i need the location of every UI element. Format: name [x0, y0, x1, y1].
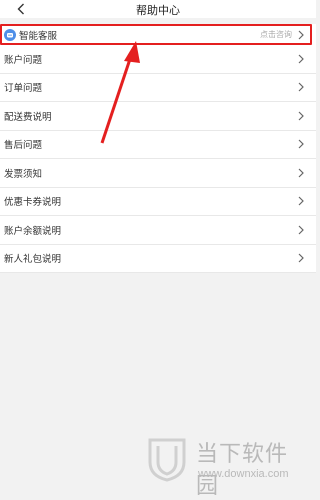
page-title: 帮助中心 — [136, 4, 180, 17]
list-item-label: 账户问题 — [4, 54, 43, 66]
smart-service-row[interactable]: 智能客服 点击咨询 — [0, 24, 312, 45]
watermark: 当下软件园 www.downxia.com — [142, 432, 302, 499]
robot-icon — [4, 28, 16, 41]
list-item-account[interactable]: 账户问题 — [0, 45, 316, 74]
list-item-label: 配送费说明 — [4, 111, 52, 123]
list-item-new-user-gift[interactable]: 新人礼包说明 — [0, 245, 316, 273]
list-item-label: 订单问题 — [4, 83, 43, 95]
chevron-right-icon — [296, 110, 306, 122]
chevron-right-icon — [296, 53, 306, 65]
watermark-logo — [148, 438, 186, 482]
list-item-balance[interactable]: 账户余额说明 — [0, 216, 316, 245]
watermark-url: www.downxia.com — [198, 468, 289, 480]
list-item-label: 账户余额说明 — [4, 225, 62, 237]
chevron-right-icon — [296, 252, 306, 264]
list-item-invoice[interactable]: 发票须知 — [0, 159, 316, 188]
list-item-coupons[interactable]: 优惠卡券说明 — [0, 188, 316, 216]
chevron-right-icon — [296, 195, 306, 207]
navigation-bar: 帮助中心 — [0, 0, 316, 18]
consult-link[interactable]: 点击咨询 — [260, 29, 292, 40]
chevron-right-icon — [296, 29, 306, 41]
help-list: 智能客服 点击咨询 账户问题 订单问题 配送费说明 售后问题 发票须知 优惠卡券… — [0, 24, 316, 273]
chevron-right-icon — [296, 81, 306, 93]
list-item-label: 新人礼包说明 — [4, 254, 62, 266]
list-item-label: 优惠卡券说明 — [4, 197, 62, 209]
chevron-right-icon — [296, 138, 306, 150]
smart-service-label: 智能客服 — [19, 30, 58, 42]
list-item-delivery-fee[interactable]: 配送费说明 — [0, 102, 316, 131]
list-item-label: 售后问题 — [4, 140, 43, 152]
list-item-label: 发票须知 — [4, 168, 43, 180]
chevron-right-icon — [296, 224, 306, 236]
list-item-order[interactable]: 订单问题 — [0, 74, 316, 102]
list-item-after-sales[interactable]: 售后问题 — [0, 131, 316, 159]
chevron-right-icon — [296, 167, 306, 179]
